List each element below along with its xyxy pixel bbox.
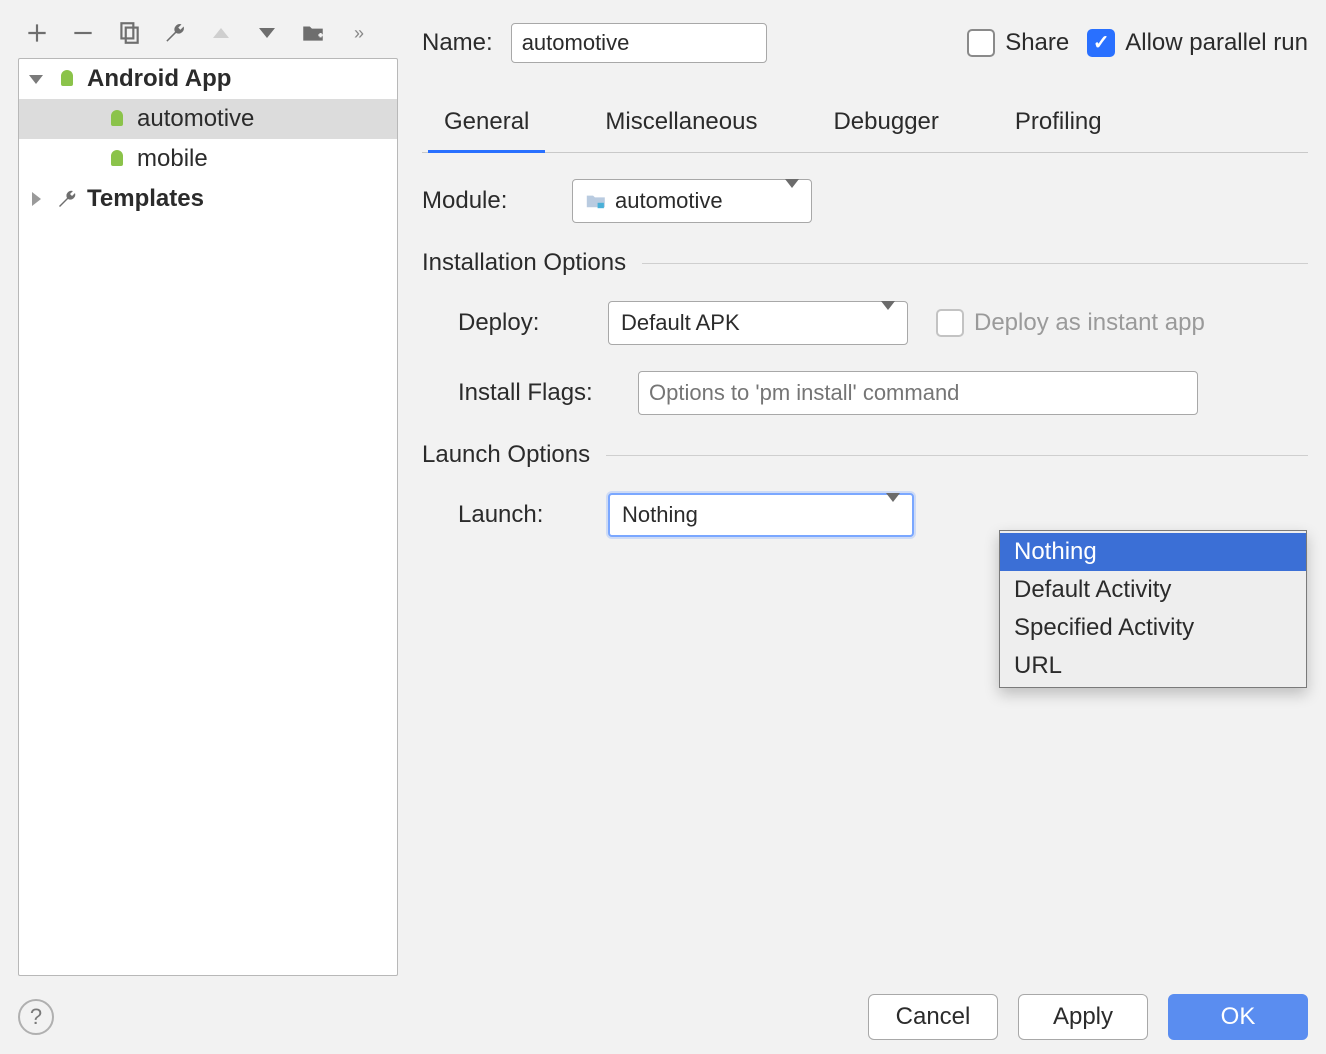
expand-icon[interactable] bbox=[25, 192, 47, 206]
divider bbox=[642, 263, 1308, 264]
launch-option-default-activity[interactable]: Default Activity bbox=[1000, 571, 1306, 609]
module-select[interactable]: automotive bbox=[572, 179, 812, 223]
tree-item-automotive[interactable]: automotive bbox=[19, 99, 397, 139]
launch-value: Nothing bbox=[622, 502, 698, 528]
chevron-down-icon bbox=[785, 188, 799, 214]
checkbox-icon bbox=[936, 309, 964, 337]
wrench-icon bbox=[55, 187, 79, 211]
checkbox-icon bbox=[967, 29, 995, 57]
share-checkbox[interactable]: Share bbox=[967, 29, 1069, 57]
wrench-icon[interactable] bbox=[162, 20, 188, 46]
module-label: Module: bbox=[422, 187, 572, 215]
tab-bar: General Miscellaneous Debugger Profiling bbox=[422, 98, 1308, 153]
section-install-title: Installation Options bbox=[422, 249, 626, 277]
name-label: Name: bbox=[422, 29, 493, 57]
deploy-value: Default APK bbox=[621, 310, 740, 336]
chevron-down-icon bbox=[881, 310, 895, 336]
deploy-select[interactable]: Default APK bbox=[608, 301, 908, 345]
deploy-instant-checkbox: Deploy as instant app bbox=[936, 309, 1205, 337]
remove-icon[interactable] bbox=[70, 20, 96, 46]
config-tree: Android App automotive mobile bbox=[18, 58, 398, 976]
launch-dropdown: Nothing Default Activity Specified Activ… bbox=[999, 530, 1307, 688]
launch-option-nothing[interactable]: Nothing bbox=[1000, 533, 1306, 571]
checkbox-label: Share bbox=[1005, 29, 1069, 57]
chevron-down-icon bbox=[886, 502, 900, 528]
tree-label: Android App bbox=[87, 65, 231, 93]
tree-label: Templates bbox=[87, 185, 204, 213]
copy-icon[interactable] bbox=[116, 20, 142, 46]
launch-option-specified-activity[interactable]: Specified Activity bbox=[1000, 609, 1306, 647]
android-icon bbox=[105, 107, 129, 131]
launch-select[interactable]: Nothing bbox=[608, 493, 914, 537]
allow-parallel-checkbox[interactable]: Allow parallel run bbox=[1087, 29, 1308, 57]
android-icon bbox=[105, 147, 129, 171]
dialog-footer: ? Cancel Apply OK bbox=[18, 976, 1308, 1040]
tree-item-mobile[interactable]: mobile bbox=[19, 139, 397, 179]
tab-debugger[interactable]: Debugger bbox=[817, 98, 954, 153]
config-toolbar: » bbox=[18, 18, 398, 58]
folder-add-icon[interactable] bbox=[300, 20, 326, 46]
android-icon bbox=[55, 67, 79, 91]
tab-miscellaneous[interactable]: Miscellaneous bbox=[589, 98, 773, 153]
move-up-icon bbox=[208, 20, 234, 46]
cancel-button[interactable]: Cancel bbox=[868, 994, 998, 1040]
tree-group-android-app[interactable]: Android App bbox=[19, 59, 397, 99]
launch-option-url[interactable]: URL bbox=[1000, 647, 1306, 685]
launch-label: Launch: bbox=[458, 501, 608, 529]
expand-icon[interactable] bbox=[25, 75, 47, 84]
tree-label: mobile bbox=[137, 145, 208, 173]
ok-button[interactable]: OK bbox=[1168, 994, 1308, 1040]
module-value: automotive bbox=[615, 188, 723, 214]
more-icon[interactable]: » bbox=[346, 20, 372, 46]
checkbox-icon bbox=[1087, 29, 1115, 57]
name-input[interactable] bbox=[511, 23, 767, 63]
help-button[interactable]: ? bbox=[18, 999, 54, 1035]
move-down-icon[interactable] bbox=[254, 20, 280, 46]
folder-icon bbox=[585, 192, 607, 210]
install-flags-label: Install Flags: bbox=[458, 379, 638, 407]
apply-button[interactable]: Apply bbox=[1018, 994, 1148, 1040]
tree-label: automotive bbox=[137, 105, 254, 133]
add-icon[interactable] bbox=[24, 20, 50, 46]
tab-general[interactable]: General bbox=[428, 98, 545, 153]
section-launch-title: Launch Options bbox=[422, 441, 590, 469]
checkbox-label: Deploy as instant app bbox=[974, 309, 1205, 337]
install-flags-input[interactable] bbox=[638, 371, 1198, 415]
tab-profiling[interactable]: Profiling bbox=[999, 98, 1118, 153]
tree-group-templates[interactable]: Templates bbox=[19, 179, 397, 219]
divider bbox=[606, 455, 1308, 456]
checkbox-label: Allow parallel run bbox=[1125, 29, 1308, 57]
deploy-label: Deploy: bbox=[458, 309, 608, 337]
